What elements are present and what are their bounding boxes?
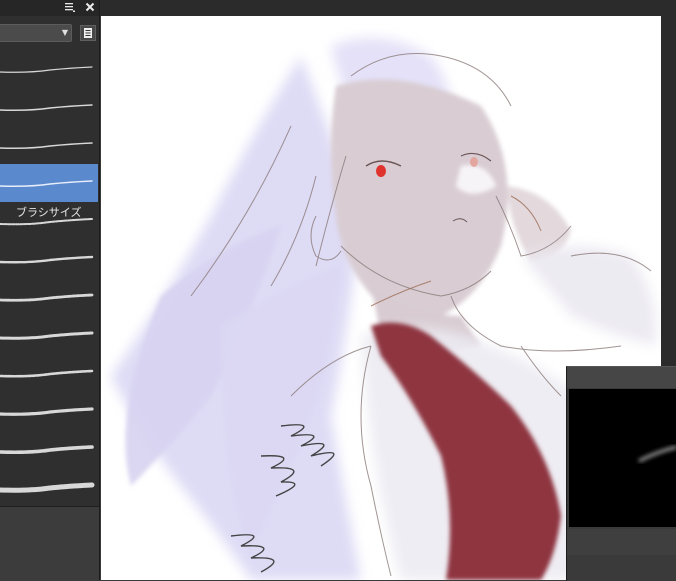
brush-stroke-preview: [0, 482, 95, 493]
brush-set-dropdown[interactable]: ▼: [0, 24, 72, 42]
brush-size-label: ブラシサイズ: [16, 206, 82, 219]
brush-list: [0, 50, 98, 506]
hamburger-menu-icon[interactable]: [63, 1, 77, 15]
preview-titlebar: [567, 367, 676, 388]
brush-panel-footer: [0, 506, 99, 581]
brush-stroke-preview: [0, 180, 93, 187]
brush-item-6[interactable]: [0, 240, 98, 278]
brush-item-10[interactable]: [0, 392, 98, 430]
brush-item-4[interactable]: [0, 164, 98, 202]
brush-stroke-preview: [0, 407, 94, 416]
brush-stroke-preview: [0, 66, 93, 73]
brush-size-panel: [566, 366, 676, 581]
preview-footer: [567, 529, 676, 555]
chevron-down-icon: ▼: [61, 28, 68, 37]
brush-stroke-preview: [0, 104, 93, 111]
brush-item-8[interactable]: [0, 316, 98, 354]
brush-item-3[interactable]: [0, 126, 98, 164]
canvas-margin: [661, 16, 676, 366]
brush-item-1[interactable]: [0, 50, 98, 88]
canvas-top-bar: [100, 0, 676, 16]
brush-panel: ▼: [0, 0, 100, 581]
brush-stroke-preview: [0, 331, 94, 340]
brush-item-9[interactable]: [0, 354, 98, 392]
close-icon[interactable]: [83, 1, 97, 15]
brush-preview: [569, 389, 676, 527]
brush-item-2[interactable]: [0, 88, 98, 126]
brush-stroke-preview: [0, 369, 94, 378]
brush-item-7[interactable]: [0, 278, 98, 316]
panel-titlebar: [0, 0, 99, 16]
list-icon[interactable]: [80, 25, 96, 41]
brush-item-11[interactable]: [0, 430, 98, 468]
brush-stroke-preview: [0, 142, 93, 150]
brush-item-12[interactable]: [0, 468, 98, 506]
brush-stroke-preview: [0, 255, 94, 264]
brush-stroke-preview: [0, 293, 94, 302]
brush-stroke-preview: [0, 445, 94, 455]
